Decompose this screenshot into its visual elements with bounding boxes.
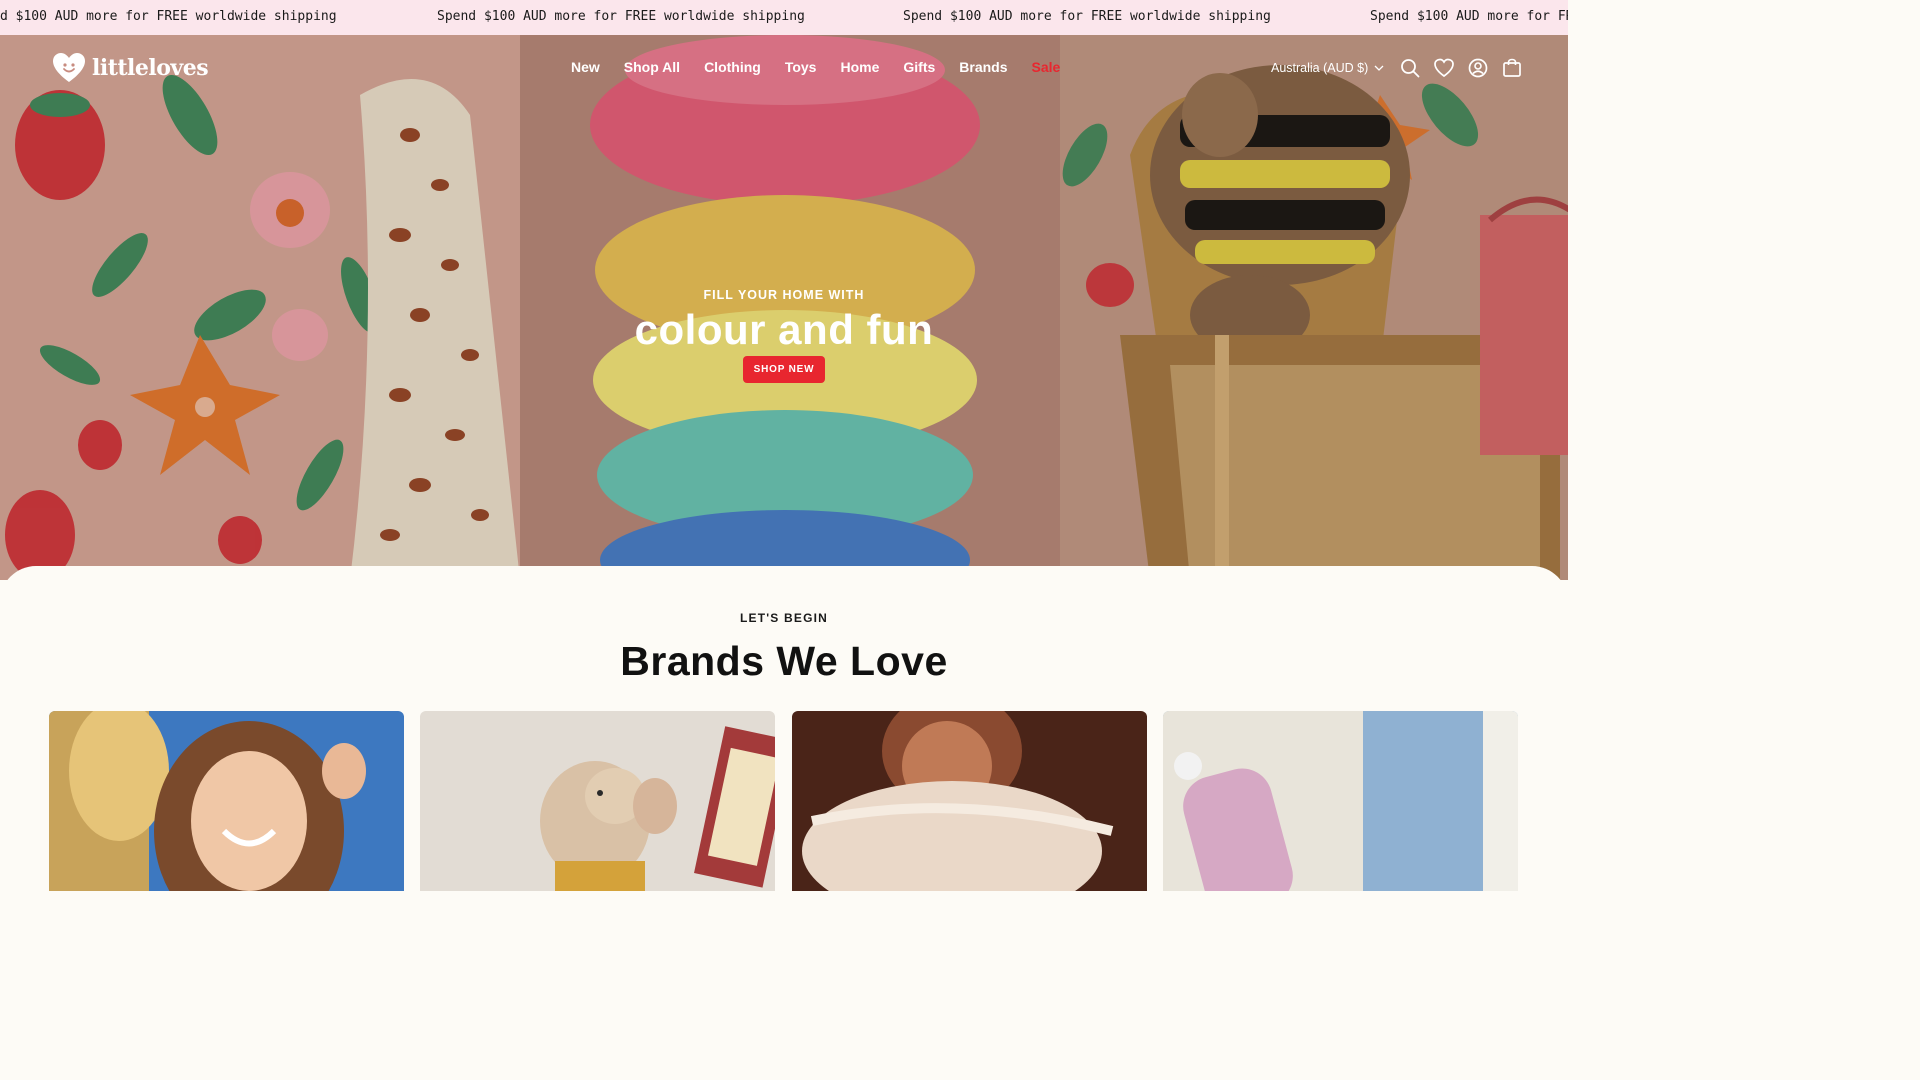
brand-card[interactable] bbox=[420, 711, 775, 891]
chevron-down-icon bbox=[1374, 65, 1384, 71]
brand-card[interactable] bbox=[792, 711, 1147, 891]
nav-item-new[interactable]: New bbox=[571, 59, 600, 75]
announcement-message: Spend $100 AUD more for FRE bbox=[1370, 9, 1568, 24]
brand-card-image bbox=[420, 711, 775, 891]
country-selector-label: Australia (AUD $) bbox=[1271, 61, 1369, 75]
announcement-message: Spend $100 AUD more for FREE worldwide s… bbox=[903, 9, 1271, 24]
shop-new-button[interactable]: SHOP NEW bbox=[742, 356, 826, 383]
announcement-message: Spend $100 AUD more for FREE worldwide s… bbox=[437, 9, 805, 24]
nav-item-home[interactable]: Home bbox=[840, 59, 879, 75]
brand-card[interactable] bbox=[1163, 711, 1518, 891]
brand-card-image bbox=[792, 711, 1147, 891]
search-icon[interactable] bbox=[1400, 58, 1420, 78]
hero-content: FILL YOUR HOME WITH colour and fun SHOP … bbox=[0, 288, 1568, 383]
nav-item-toys[interactable]: Toys bbox=[785, 59, 817, 75]
brand-card-image bbox=[49, 711, 404, 891]
main-navigation: New Shop All Clothing Toys Home Gifts Br… bbox=[571, 59, 1084, 75]
nav-item-gifts[interactable]: Gifts bbox=[903, 59, 935, 75]
account-icon[interactable] bbox=[1468, 58, 1488, 78]
brand-card-image bbox=[1163, 711, 1518, 891]
nav-item-shop-all[interactable]: Shop All bbox=[624, 59, 680, 75]
header-actions: Australia (AUD $) bbox=[1271, 58, 1522, 78]
nav-item-clothing[interactable]: Clothing bbox=[704, 59, 761, 75]
cart-bag-icon[interactable] bbox=[1502, 58, 1522, 78]
country-selector[interactable]: Australia (AUD $) bbox=[1271, 61, 1384, 75]
heart-logo-icon bbox=[53, 53, 85, 82]
section-title: Brands We Love bbox=[620, 638, 948, 684]
nav-item-sale[interactable]: Sale bbox=[1032, 59, 1061, 75]
section-eyebrow: LET'S BEGIN bbox=[739, 611, 829, 625]
logo-wordmark: littleloves bbox=[92, 55, 209, 81]
hero-eyebrow: FILL YOUR HOME WITH bbox=[703, 288, 865, 302]
site-logo[interactable]: littleloves bbox=[52, 52, 209, 84]
announcement-message: d $100 AUD more for FREE worldwide shipp… bbox=[0, 9, 337, 24]
hero-headline: colour and fun bbox=[634, 306, 934, 353]
brands-section: LET'S BEGIN Brands We Love bbox=[0, 566, 1568, 891]
announcement-bar: d $100 AUD more for FREE worldwide shipp… bbox=[0, 0, 1568, 35]
wishlist-heart-icon[interactable] bbox=[1434, 58, 1455, 78]
nav-item-brands[interactable]: Brands bbox=[959, 59, 1007, 75]
brand-card[interactable] bbox=[49, 711, 404, 891]
